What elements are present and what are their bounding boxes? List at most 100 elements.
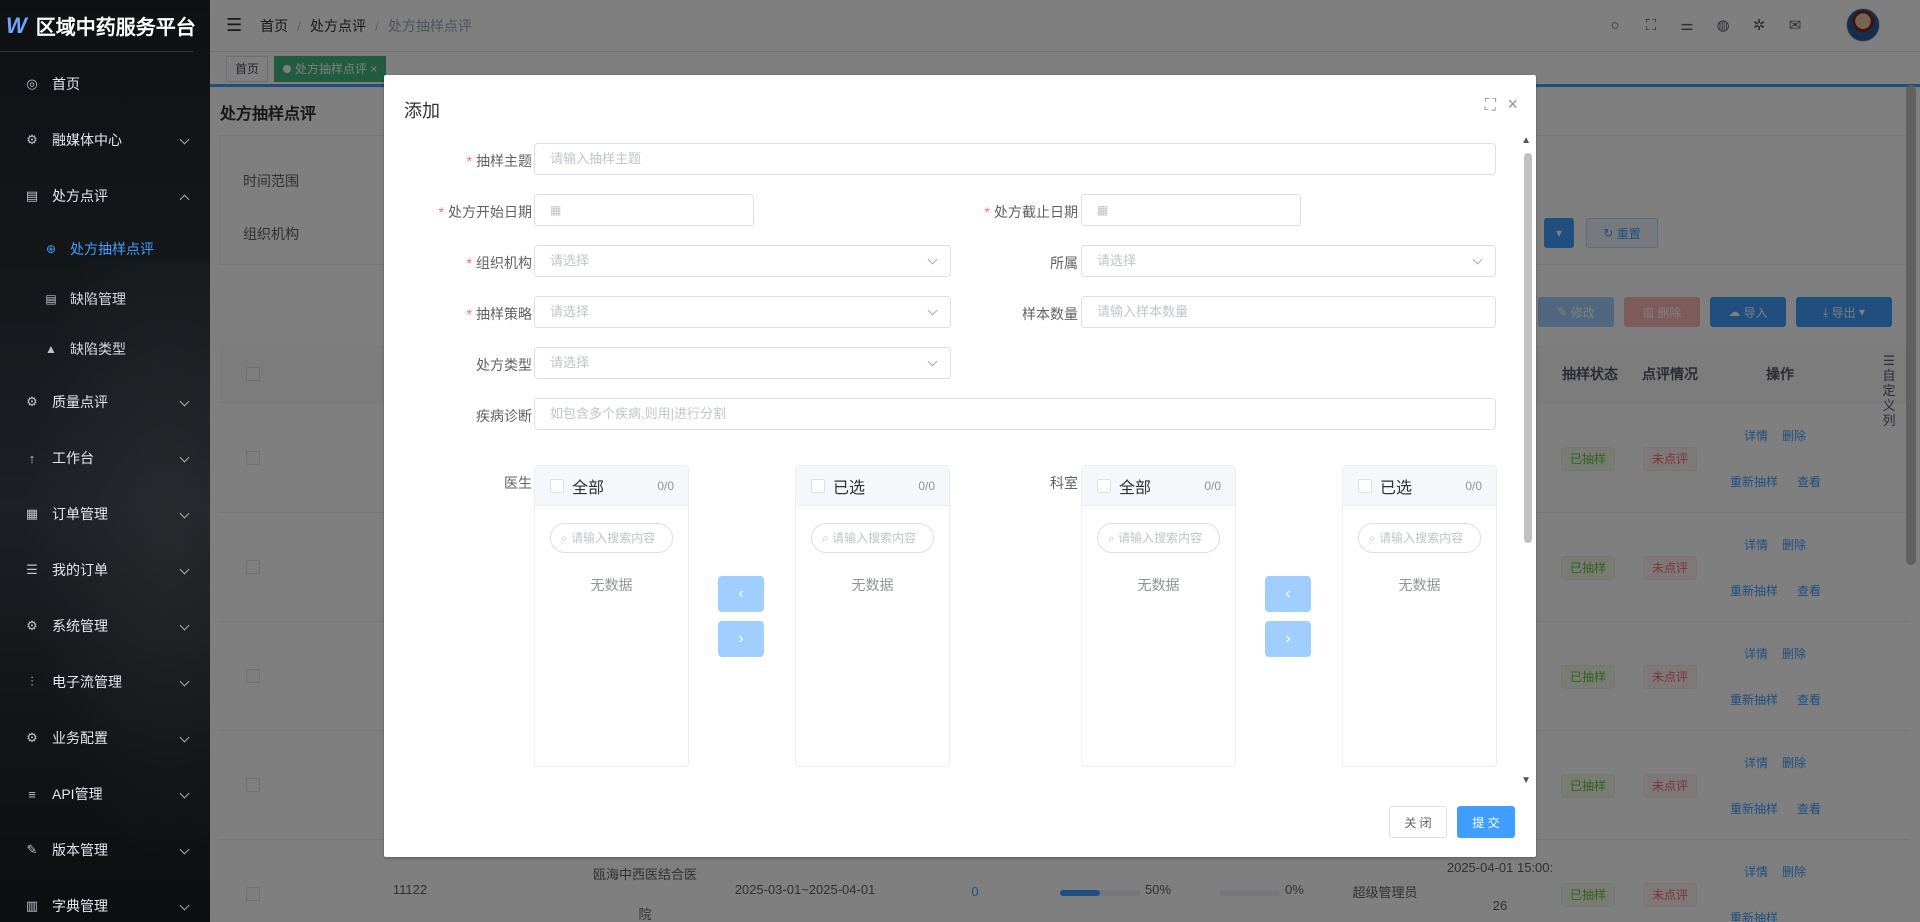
transfer-search-input[interactable]: ⌕ 请输入搜索内容 — [1358, 523, 1481, 553]
sidebar-item-home[interactable]: ◎ 首页 — [0, 56, 210, 112]
empty-text: 无数据 — [590, 577, 633, 593]
belong-select[interactable]: 请选择 — [1081, 245, 1496, 277]
logo[interactable]: W 区域中药服务平台 — [0, 0, 196, 52]
end-date-picker[interactable]: ▦ — [1081, 194, 1301, 226]
move-right-button[interactable]: › — [1265, 621, 1311, 657]
panel-title: 已选 — [833, 479, 866, 497]
sidebar-item-eflow[interactable]: ⫶ 电子流管理 — [0, 654, 210, 710]
app-title: 区域中药服务平台 — [35, 17, 196, 39]
sidebar-item-label: 工作台 — [52, 450, 94, 466]
close-button[interactable]: 关 闭 — [1389, 806, 1447, 838]
sidebar-subitem-defect-management[interactable]: ▤ 缺陷管理 — [0, 274, 210, 324]
sidebar-item-label: 我的订单 — [52, 562, 108, 578]
dept-label: 科室 — [1050, 475, 1078, 491]
sidebar-item-api[interactable]: ≡ API管理 — [0, 766, 210, 822]
maximize-icon[interactable]: ⛶ — [1485, 97, 1496, 115]
dept-source-panel: 全部 0/0 ⌕ 请输入搜索内容 无数据 — [1081, 465, 1236, 767]
chevron-down-icon — [179, 788, 190, 799]
clipboard-icon: ▤ — [45, 292, 57, 306]
chevron-right-icon: › — [1285, 630, 1291, 647]
sidebar-item-workbench[interactable]: ↑ 工作台 — [0, 430, 210, 486]
sidebar-item-dictionary[interactable]: ▥ 字典管理 — [0, 878, 210, 922]
submit-button[interactable]: 提 交 — [1457, 806, 1515, 838]
order-icon: ▦ — [25, 506, 39, 521]
move-left-button[interactable]: ‹ — [1265, 576, 1311, 612]
chevron-down-icon — [1472, 254, 1483, 265]
chevron-left-icon: ‹ — [738, 585, 744, 602]
chevron-down-icon — [179, 564, 190, 575]
select-all-checkbox[interactable] — [811, 478, 825, 493]
scroll-down-icon[interactable]: ▼ — [1521, 775, 1531, 786]
sliders-icon: ≡ — [28, 786, 36, 802]
chevron-down-icon — [179, 134, 190, 145]
sidebar-item-business-config[interactable]: ⚙ 业务配置 — [0, 710, 210, 766]
lock-icon: ▲ — [45, 342, 57, 356]
sidebar-item-label: 字典管理 — [52, 898, 108, 914]
chevron-right-icon: › — [738, 630, 744, 647]
strategy-placeholder: 请选择 — [550, 304, 590, 319]
dialog-scrollbar[interactable] — [1524, 153, 1532, 543]
sidebar-item-quality-review[interactable]: ⚙ 质量点评 — [0, 374, 210, 430]
select-all-checkbox[interactable] — [550, 478, 564, 493]
sidebar-item-prescription-review[interactable]: ▤ 处方点评 — [0, 168, 210, 224]
rx-type-select[interactable]: 请选择 — [534, 347, 951, 379]
search-placeholder: 请输入搜索内容 — [571, 531, 656, 545]
required-mark: * — [466, 255, 472, 271]
panel-title: 全部 — [572, 479, 605, 497]
book-icon: ▥ — [25, 898, 39, 913]
required-mark: * — [466, 306, 472, 322]
sidebar-item-version[interactable]: ✎ 版本管理 — [0, 822, 210, 878]
diagnosis-input[interactable]: 如包含多个疾病,则用|进行分割 — [534, 398, 1496, 430]
empty-text: 无数据 — [1137, 577, 1180, 593]
strategy-label-text: 抽样策略 — [476, 306, 532, 322]
move-left-button[interactable]: ‹ — [718, 576, 764, 612]
search-placeholder: 请输入搜索内容 — [1118, 531, 1203, 545]
list-icon: ☰ — [26, 562, 38, 577]
settings-icon: ⚙ — [26, 618, 38, 633]
rx-type-placeholder: 请选择 — [550, 355, 590, 370]
chevron-up-icon — [179, 194, 190, 205]
transfer-panel-header: 已选 0/0 — [1343, 466, 1496, 506]
belong-placeholder: 请选择 — [1097, 253, 1137, 268]
close-icon[interactable]: × — [1507, 94, 1518, 115]
sidebar-item-media-center[interactable]: ⚙ 融媒体中心 — [0, 112, 210, 168]
chevron-down-icon — [179, 732, 190, 743]
sample-count-input[interactable]: 请输入样本数量 — [1081, 296, 1496, 328]
move-right-button[interactable]: › — [718, 621, 764, 657]
chevron-left-icon: ‹ — [1285, 585, 1291, 602]
end-date-label: * 处方截止日期 — [958, 202, 1078, 222]
org-select[interactable]: 请选择 — [534, 245, 951, 277]
add-dialog: 添加 ⛶ × * 抽样主题 请输入抽样主题 * 处方开始日期 ▦ * 处方截止日期 ▦… — [384, 75, 1536, 857]
search-icon: ⌕ — [1108, 531, 1115, 545]
sidebar-item-label: 缺陷管理 — [70, 291, 126, 307]
start-date-picker[interactable]: ▦ — [534, 194, 754, 226]
sidebar-subitem-defect-type[interactable]: ▲ 缺陷类型 — [0, 324, 210, 374]
topic-label-text: 抽样主题 — [476, 153, 532, 169]
dashboard-icon: ◎ — [26, 76, 38, 91]
transfer-search-input[interactable]: ⌕ 请输入搜索内容 — [1097, 523, 1220, 553]
org-placeholder: 请选择 — [550, 253, 590, 268]
sidebar-item-label: 电子流管理 — [52, 674, 122, 690]
sidebar: W 区域中药服务平台 ◎ 首页 ⚙ 融媒体中心 ▤ 处方点评 ⊕ 处方抽样点评 ▤ 缺陷管… — [0, 0, 210, 922]
select-all-checkbox[interactable] — [1097, 478, 1111, 493]
scroll-up-icon[interactable]: ▲ — [1521, 135, 1531, 146]
select-all-checkbox[interactable] — [1358, 478, 1372, 493]
sidebar-item-system[interactable]: ⚙ 系统管理 — [0, 598, 210, 654]
dialog-title: 添加 — [404, 101, 440, 121]
panel-count: 0/0 — [1465, 478, 1482, 493]
transfer-search-input[interactable]: ⌕ 请输入搜索内容 — [550, 523, 673, 553]
topic-input[interactable]: 请输入抽样主题 — [534, 143, 1496, 175]
sidebar-item-my-orders[interactable]: ☰ 我的订单 — [0, 542, 210, 598]
search-icon: ⌕ — [822, 531, 829, 545]
search-icon: ⌕ — [1369, 531, 1376, 545]
chevron-down-icon — [179, 396, 190, 407]
sidebar-item-label: 融媒体中心 — [52, 132, 122, 148]
sidebar-item-orders[interactable]: ▦ 订单管理 — [0, 486, 210, 542]
chevron-down-icon — [179, 620, 190, 631]
sidebar-subitem-sampling-review[interactable]: ⊕ 处方抽样点评 — [0, 224, 210, 274]
doctor-label: 医生 — [504, 475, 532, 491]
strategy-select[interactable]: 请选择 — [534, 296, 951, 328]
panel-title: 已选 — [1380, 479, 1413, 497]
search-placeholder: 请输入搜索内容 — [832, 531, 917, 545]
transfer-search-input[interactable]: ⌕ 请输入搜索内容 — [811, 523, 934, 553]
